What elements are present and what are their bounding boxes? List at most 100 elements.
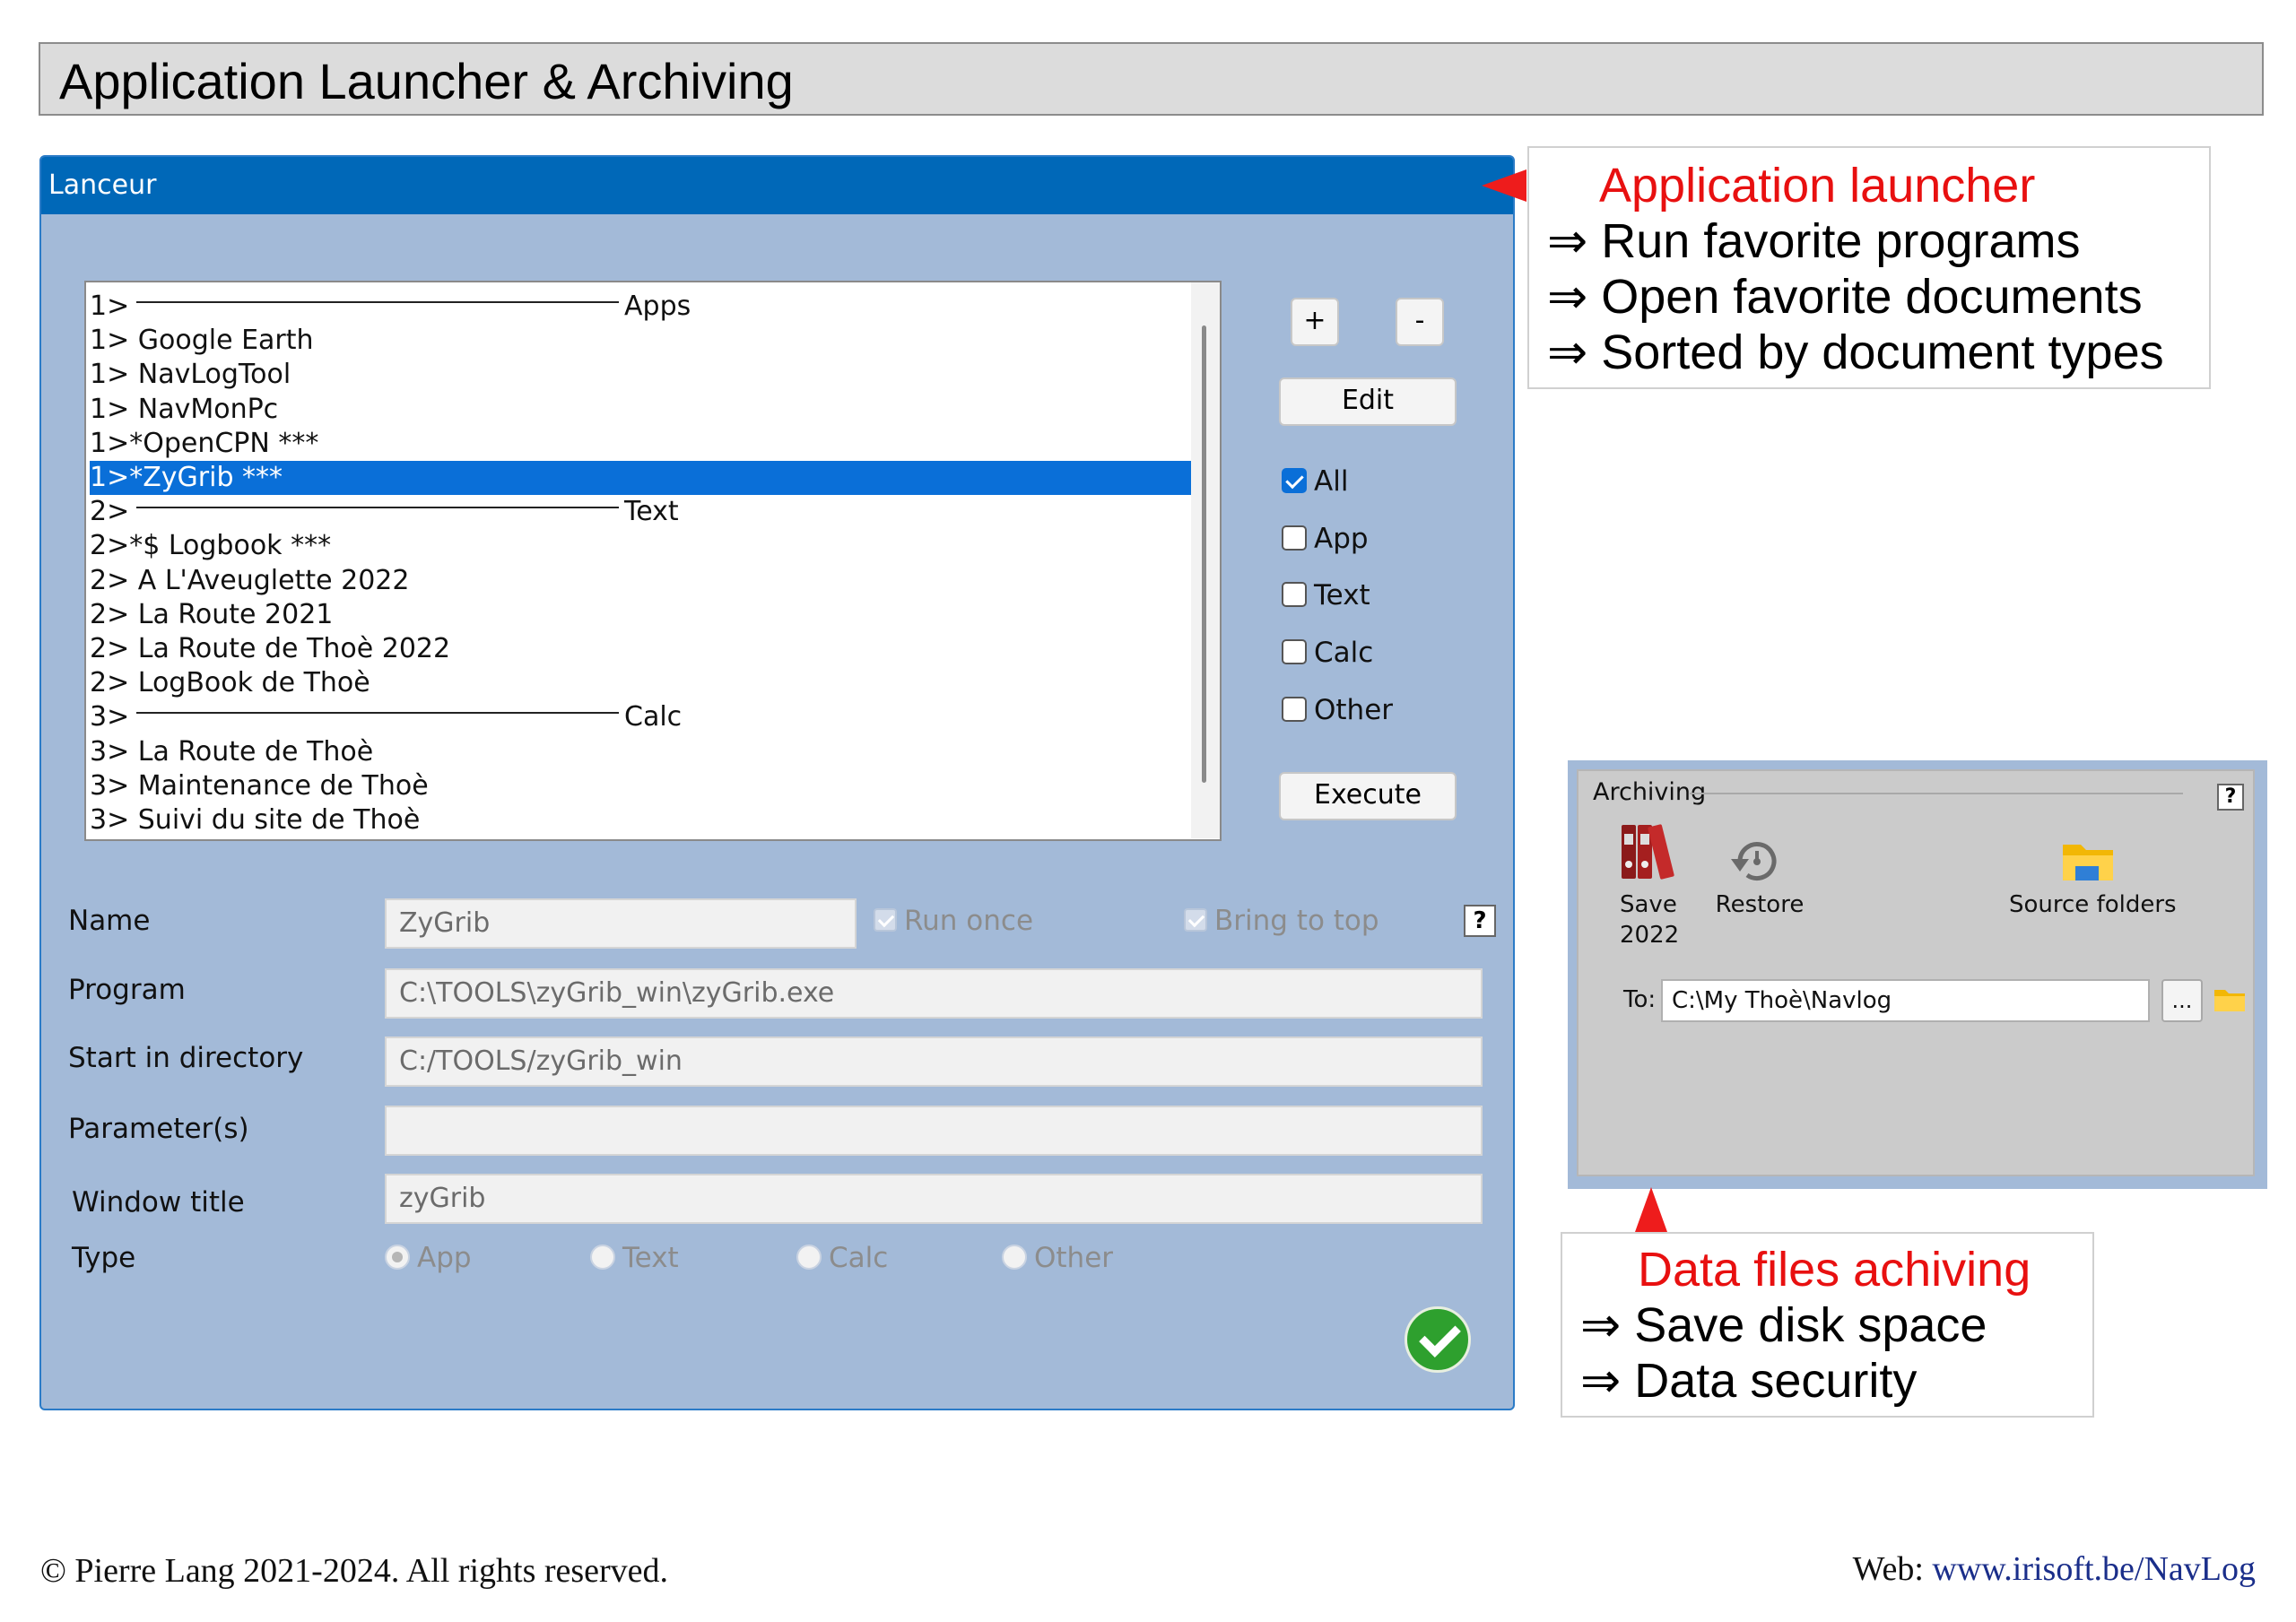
archiving-callout: Data files achiving ⇒ Save disk space ⇒ … <box>1561 1232 2094 1418</box>
callout-arrow-icon <box>1482 169 1526 202</box>
radio-selected-icon <box>385 1244 410 1270</box>
list-item[interactable]: 1> Google Earth <box>90 324 1195 358</box>
type-calc-radio[interactable]: Calc <box>796 1240 888 1276</box>
filter-app-checkbox[interactable]: App <box>1282 521 1369 557</box>
web-label: Web: <box>1852 1550 1933 1588</box>
destination-label: To: <box>1623 986 1657 1013</box>
list-item[interactable]: 3> Suivi du site de Thoè <box>90 803 1195 837</box>
window-title-label: Window title <box>72 1186 245 1219</box>
list-item-label: 3> <box>90 701 130 733</box>
bring-to-top-checkbox[interactable]: Bring to top <box>1184 903 1379 939</box>
callout-line: ⇒ Run favorite programs <box>1547 214 2081 268</box>
callout-line: ⇒ Save disk space <box>1580 1298 1987 1352</box>
type-option-label: Text <box>622 1242 679 1274</box>
type-text-radio[interactable]: Text <box>590 1240 679 1276</box>
filter-other-checkbox[interactable]: Other <box>1282 692 1393 728</box>
callout-title: Data files achiving <box>1638 1243 2031 1297</box>
binders-icon[interactable] <box>1618 820 1681 882</box>
filter-calc-checkbox[interactable]: Calc <box>1282 635 1373 671</box>
parameters-label: Parameter(s) <box>68 1113 249 1145</box>
type-option-label: App <box>417 1242 472 1274</box>
filter-label: All <box>1314 465 1349 498</box>
scrollbar-thumb[interactable] <box>1202 325 1206 783</box>
header-banner: Application Launcher & Archiving <box>39 42 2264 116</box>
restore-icon[interactable] <box>1729 834 1785 889</box>
list-item-label: 2> A L'Aveuglette 2022 <box>90 564 410 596</box>
restore-label: Restore <box>1715 891 1805 918</box>
edit-button[interactable]: Edit <box>1279 377 1457 426</box>
launcher-window: Lanceur 3> Suivi du site de Thoè 3> Maint… <box>39 155 1515 1410</box>
list-item[interactable]: 3> Maintenance de Thoè <box>90 769 1195 803</box>
filter-label: Calc <box>1314 637 1374 669</box>
list-item-label: 1>*OpenCPN *** <box>90 427 319 459</box>
remove-button[interactable]: - <box>1396 298 1444 346</box>
list-item-label: 3> La Route de Thoè <box>90 735 374 768</box>
list-item-label: 2> La Route de Thoè 2022 <box>90 633 451 664</box>
destination-field[interactable]: C:\My Thoè\Navlog <box>1661 979 2150 1022</box>
list-item-label: 1> <box>90 291 130 322</box>
group-label: Text <box>624 496 679 528</box>
help-button[interactable]: ? <box>1464 905 1496 937</box>
checkbox-empty-icon <box>1282 525 1307 551</box>
open-folder-icon[interactable] <box>2213 986 2246 1013</box>
name-field[interactable]: ZyGrib <box>385 898 857 949</box>
execute-button[interactable]: Execute <box>1279 772 1457 820</box>
website-link[interactable]: www.irisoft.be/NavLog <box>1932 1550 2256 1588</box>
list-item[interactable]: 2> La Route de Thoè 2022 <box>90 632 1195 666</box>
group-separator-line <box>136 301 619 303</box>
window-title-field[interactable]: zyGrib <box>385 1174 1483 1224</box>
type-option-label: Other <box>1034 1242 1114 1274</box>
radio-empty-icon <box>796 1244 822 1270</box>
filter-text-checkbox[interactable]: Text <box>1282 577 1370 613</box>
checkbox-checked-icon <box>1282 467 1307 493</box>
add-button[interactable]: + <box>1291 298 1339 346</box>
save-label: Save <box>1620 891 1677 918</box>
list-group-header[interactable]: 3> Calc <box>90 700 1195 734</box>
type-other-radio[interactable]: Other <box>1002 1240 1113 1276</box>
callout-line: ⇒ Data security <box>1580 1354 1918 1408</box>
list-item[interactable]: 1>*OpenCPN *** <box>90 427 1195 461</box>
list-item[interactable]: 3> La Route de Thoè <box>90 735 1195 769</box>
list-item-label: 2> LogBook de Thoè <box>90 667 370 699</box>
window-titlebar[interactable]: Lanceur <box>41 157 1513 214</box>
folder-icon[interactable] <box>2061 839 2115 884</box>
list-item[interactable]: 1> NavLogTool <box>90 358 1195 392</box>
callout-line: ⇒ Open favorite documents <box>1547 270 2143 324</box>
page-title: Application Launcher & Archiving <box>59 53 794 109</box>
group-label: Apps <box>624 291 691 322</box>
browse-button[interactable]: ... <box>2161 979 2203 1022</box>
name-label: Name <box>68 905 151 937</box>
list-item-label: 1> NavMonPc <box>90 393 279 425</box>
filter-label: App <box>1314 523 1369 555</box>
list-group-header[interactable]: 2> Text <box>90 495 1195 529</box>
checkbox-empty-icon <box>1282 581 1307 607</box>
list-item[interactable]: 2> A L'Aveuglette 2022 <box>90 564 1195 598</box>
list-item[interactable]: 2>*$ Logbook *** <box>90 529 1195 563</box>
source-folders-label: Source folders <box>2009 891 2177 918</box>
confirm-check-icon[interactable] <box>1405 1306 1471 1373</box>
web-footer: Web: www.irisoft.be/NavLog <box>1853 1549 2256 1589</box>
type-app-radio[interactable]: App <box>385 1240 472 1276</box>
start-directory-field[interactable]: C:/TOOLS/zyGrib_win <box>385 1037 1483 1087</box>
list-group-header[interactable]: 1> Apps <box>90 290 1195 324</box>
archiving-groupbox: Archiving ? Save 2022 Restore Source fol… <box>1577 769 2255 1176</box>
program-list[interactable]: 3> Suivi du site de Thoè 3> Maintenance d… <box>84 281 1222 841</box>
filter-label: Other <box>1314 694 1394 726</box>
archiving-help-button[interactable]: ? <box>2217 784 2244 811</box>
list-item[interactable]: 1> NavMonPc <box>90 393 1195 427</box>
archiving-panel: Archiving ? Save 2022 Restore Source fol… <box>1568 760 2267 1189</box>
filter-all-checkbox[interactable]: All <box>1282 464 1348 499</box>
list-item-label: 1>*ZyGrib *** <box>90 462 283 493</box>
run-once-checkbox[interactable]: Run once <box>874 903 1033 939</box>
list-item[interactable]: 1>*ZyGrib *** <box>90 461 1195 495</box>
callout-arrow-icon <box>1635 1187 1667 1232</box>
type-label: Type <box>72 1242 136 1274</box>
parameters-field[interactable] <box>385 1106 1483 1156</box>
list-item[interactable]: 2> La Route 2021 <box>90 598 1195 632</box>
program-field[interactable]: C:\TOOLS\zyGrib_win\zyGrib.exe <box>385 968 1483 1019</box>
copyright-text: © Pierre Lang 2021-2024. All rights rese… <box>40 1552 669 1590</box>
list-item[interactable]: 2> LogBook de Thoè <box>90 666 1195 700</box>
group-separator-line <box>136 507 619 509</box>
list-item-label: 2> <box>90 496 130 528</box>
bring-to-top-label: Bring to top <box>1214 905 1379 937</box>
